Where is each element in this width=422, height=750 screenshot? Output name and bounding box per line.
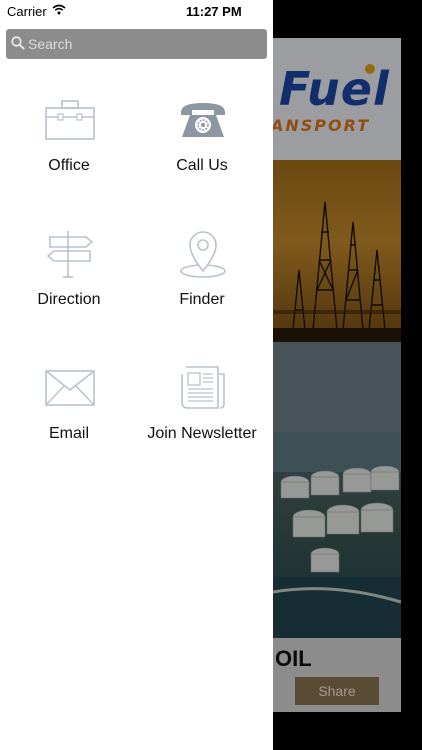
newspaper-icon [177, 362, 229, 414]
signpost-icon [44, 228, 96, 280]
menu-item-label: Direction [37, 291, 101, 308]
telephone-icon [177, 94, 229, 146]
menu-item-office[interactable]: Office [1, 60, 137, 194]
location-pin-icon [177, 228, 229, 280]
side-drawer: Carrier 11:27 PM Search Office Call Us D… [0, 0, 273, 750]
search-icon [11, 36, 25, 55]
envelope-icon [44, 362, 96, 414]
menu-item-join-newsletter[interactable]: Join Newsletter [134, 328, 270, 462]
wifi-icon [52, 3, 66, 18]
menu-item-label: Finder [179, 291, 225, 308]
menu-item-email[interactable]: Email [1, 328, 137, 462]
menu-item-label: Join Newsletter [147, 425, 257, 442]
menu-item-label: Office [48, 157, 90, 174]
menu-item-direction[interactable]: Direction [1, 194, 137, 328]
status-bar: Carrier 11:27 PM [0, 0, 273, 22]
menu-item-label: Email [48, 425, 89, 442]
menu-item-label: Call Us [176, 157, 228, 174]
status-time: 11:27 PM [186, 4, 242, 19]
dim-overlay[interactable] [273, 0, 422, 750]
menu-item-finder[interactable]: Finder [134, 194, 270, 328]
briefcase-icon [44, 94, 96, 146]
search-input[interactable] [28, 29, 258, 59]
menu-item-call-us[interactable]: Call Us [134, 60, 270, 194]
carrier-label: Carrier [7, 4, 47, 19]
search-bar[interactable] [6, 29, 267, 59]
